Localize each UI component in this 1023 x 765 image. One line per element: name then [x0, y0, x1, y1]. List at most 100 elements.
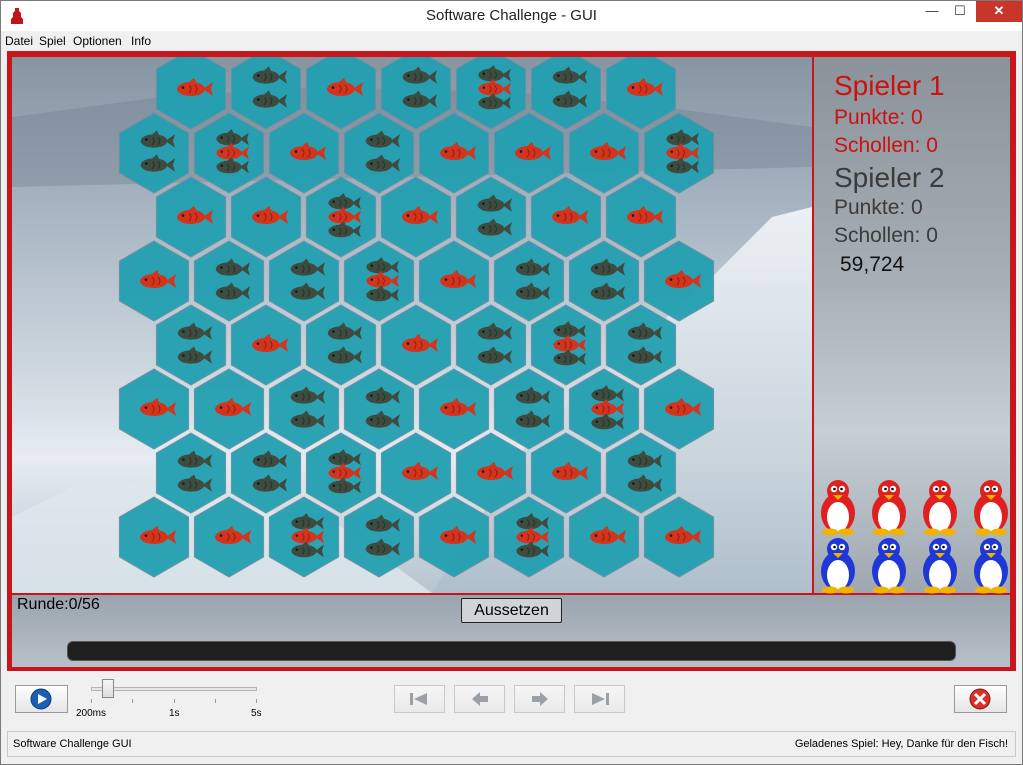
hex-tile[interactable]	[380, 304, 452, 386]
close-window-button[interactable]: ✕	[976, 1, 1022, 22]
menu-datei[interactable]: Datei	[5, 34, 33, 48]
speed-slider-handle[interactable]	[102, 679, 114, 698]
hex-tile[interactable]	[155, 176, 227, 258]
pass-button[interactable]: Aussetzen	[461, 598, 562, 623]
hex-tile[interactable]	[605, 432, 677, 514]
hex-tile[interactable]	[605, 57, 677, 130]
hex-tile[interactable]	[493, 496, 565, 578]
previous-turn-button[interactable]	[454, 685, 505, 713]
hex-tile[interactable]	[155, 57, 227, 130]
next-turn-button[interactable]	[514, 685, 565, 713]
hex-tile[interactable]	[643, 496, 715, 578]
penguin-piece[interactable]	[974, 538, 1008, 594]
play-icon	[30, 688, 52, 710]
hex-tile[interactable]	[568, 240, 640, 322]
last-turn-button[interactable]	[574, 685, 625, 713]
hex-tile[interactable]	[493, 368, 565, 450]
hex-tile[interactable]	[118, 368, 190, 450]
menu-spiel[interactable]: Spiel	[39, 34, 66, 48]
menu-optionen[interactable]: Optionen	[73, 34, 122, 48]
hex-tile[interactable]	[230, 57, 302, 130]
hex-tile[interactable]	[568, 496, 640, 578]
hex-tile[interactable]	[118, 112, 190, 194]
hex-tile[interactable]	[305, 57, 377, 130]
hex-tile[interactable]	[305, 304, 377, 386]
hex-tile[interactable]	[643, 368, 715, 450]
hex-tile[interactable]	[230, 176, 302, 258]
stop-icon	[969, 688, 991, 710]
hex-tile[interactable]	[343, 112, 415, 194]
hex-tile[interactable]	[418, 112, 490, 194]
hex-tile[interactable]	[493, 240, 565, 322]
first-turn-button[interactable]	[394, 685, 445, 713]
speed-tick	[256, 699, 257, 703]
penguin-piece[interactable]	[872, 538, 906, 594]
penguin-piece[interactable]	[923, 480, 957, 536]
hex-tile[interactable]	[643, 240, 715, 322]
round-progress-bar	[67, 641, 956, 661]
hex-tile[interactable]	[343, 368, 415, 450]
hex-tile[interactable]	[418, 496, 490, 578]
hex-tile[interactable]	[455, 432, 527, 514]
hex-tile[interactable]	[605, 304, 677, 386]
hex-tile[interactable]	[193, 112, 265, 194]
hex-tile[interactable]	[193, 240, 265, 322]
maximize-button[interactable]: ☐	[945, 1, 975, 22]
menu-info[interactable]: Info	[131, 34, 151, 48]
hex-tile[interactable]	[605, 176, 677, 258]
skip-start-icon	[410, 693, 427, 705]
score-panel: Spieler 1 Punkte: 0 Schollen: 0 Spieler …	[814, 57, 1010, 594]
hex-tile[interactable]	[118, 240, 190, 322]
hex-tile[interactable]	[118, 496, 190, 578]
hex-tile[interactable]	[305, 432, 377, 514]
minimize-button[interactable]: —	[917, 1, 947, 22]
hex-tile[interactable]	[530, 176, 602, 258]
speed-label-max: 5s	[251, 708, 262, 719]
hex-tile[interactable]	[268, 496, 340, 578]
hex-tile[interactable]	[455, 304, 527, 386]
penguin-piece[interactable]	[923, 538, 957, 594]
hex-tile[interactable]	[230, 432, 302, 514]
hex-tile[interactable]	[418, 240, 490, 322]
game-board[interactable]	[12, 57, 812, 593]
hex-tile[interactable]	[193, 496, 265, 578]
title-bar: Software Challenge - GUI — ☐ ✕	[1, 1, 1022, 31]
hex-tile[interactable]	[268, 240, 340, 322]
hex-tile[interactable]	[155, 432, 227, 514]
hex-tile[interactable]	[193, 368, 265, 450]
hex-tile[interactable]	[380, 432, 452, 514]
penguin-piece[interactable]	[821, 538, 855, 594]
hex-tile[interactable]	[568, 368, 640, 450]
hex-tile[interactable]	[268, 112, 340, 194]
penguin-tray	[821, 480, 1008, 594]
hex-tile[interactable]	[380, 176, 452, 258]
speed-tick	[174, 699, 175, 703]
hex-tile[interactable]	[380, 57, 452, 130]
speed-slider-track[interactable]	[91, 687, 257, 691]
penguin-piece[interactable]	[872, 480, 906, 536]
hex-tile[interactable]	[568, 112, 640, 194]
play-button[interactable]	[15, 685, 68, 713]
hex-tile[interactable]	[493, 112, 565, 194]
window-title: Software Challenge - GUI	[426, 7, 597, 24]
hex-tile[interactable]	[268, 368, 340, 450]
round-counter: Runde:0/56	[17, 596, 100, 613]
hex-tile[interactable]	[530, 57, 602, 130]
hex-tile[interactable]	[343, 496, 415, 578]
hex-tile[interactable]	[343, 240, 415, 322]
hex-tile[interactable]	[530, 304, 602, 386]
hex-tile[interactable]	[530, 432, 602, 514]
hex-tile[interactable]	[230, 304, 302, 386]
penguin-piece[interactable]	[821, 480, 855, 536]
hex-tile[interactable]	[418, 368, 490, 450]
turn-area: Runde:0/56 Aussetzen	[12, 595, 1010, 667]
stop-button[interactable]	[954, 685, 1007, 713]
speed-label-mid: 1s	[169, 708, 180, 719]
hex-tile[interactable]	[455, 176, 527, 258]
hex-tile[interactable]	[455, 57, 527, 130]
hex-tile[interactable]	[305, 176, 377, 258]
hex-tile[interactable]	[643, 112, 715, 194]
skip-end-icon	[592, 693, 609, 705]
penguin-piece[interactable]	[974, 480, 1008, 536]
hex-tile[interactable]	[155, 304, 227, 386]
